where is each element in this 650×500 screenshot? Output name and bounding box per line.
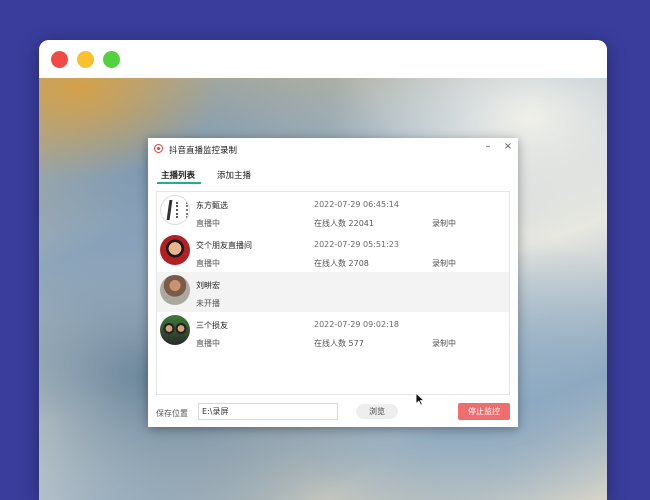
stop-monitoring-button[interactable]: 停止监控 xyxy=(458,403,510,420)
avatar xyxy=(160,195,190,225)
streamer-name: 刘畊宏 xyxy=(196,281,220,290)
recording-status: 录制中 xyxy=(432,339,456,348)
record-logo-icon xyxy=(154,144,163,153)
save-path-input[interactable] xyxy=(198,403,338,420)
list-item[interactable]: 交个朋友直播间 直播中 2022-07-29 05:51:23 在线人数 270… xyxy=(157,232,509,272)
live-status: 直播中 xyxy=(196,219,220,228)
list-item[interactable]: 东方甄选 直播中 2022-07-29 06:45:14 在线人数 22041 … xyxy=(157,192,509,232)
recording-status: 录制中 xyxy=(432,259,456,268)
viewer-count: 在线人数 22041 xyxy=(314,219,374,228)
streamer-list[interactable]: 东方甄选 直播中 2022-07-29 06:45:14 在线人数 22041 … xyxy=(156,191,510,395)
app-window: 抖音直播监控录制 – × 主播列表 添加主播 东方甄选 直播中 2022-07-… xyxy=(148,138,518,427)
tab-streamer-list[interactable]: 主播列表 xyxy=(161,169,195,181)
active-tab-indicator xyxy=(157,182,201,184)
avatar xyxy=(160,315,190,345)
viewer-count: 在线人数 2708 xyxy=(314,259,369,268)
live-time: 2022-07-29 05:51:23 xyxy=(314,240,399,249)
window-titlebar xyxy=(39,40,607,78)
avatar xyxy=(160,235,190,265)
live-status: 未开播 xyxy=(196,299,220,308)
app-titlebar: 抖音直播监控录制 – × xyxy=(148,138,518,162)
live-status: 直播中 xyxy=(196,339,220,348)
live-status: 直播中 xyxy=(196,259,220,268)
list-item[interactable]: 三个损友 直播中 2022-07-29 09:02:18 在线人数 577 录制… xyxy=(157,312,509,352)
avatar xyxy=(160,275,190,305)
zoom-window-button[interactable] xyxy=(103,51,120,68)
live-time: 2022-07-29 06:45:14 xyxy=(314,200,399,209)
minimize-button[interactable]: – xyxy=(481,140,495,154)
recording-status: 录制中 xyxy=(432,219,456,228)
list-item[interactable]: 刘畊宏 未开播 xyxy=(157,272,509,312)
live-time: 2022-07-29 09:02:18 xyxy=(314,320,399,329)
streamer-name: 交个朋友直播间 xyxy=(196,241,252,250)
mouse-cursor-icon xyxy=(415,392,425,406)
tab-add-streamer[interactable]: 添加主播 xyxy=(217,169,251,181)
streamer-name: 东方甄选 xyxy=(196,201,228,210)
app-title: 抖音直播监控录制 xyxy=(169,146,238,156)
viewer-count: 在线人数 577 xyxy=(314,339,364,348)
browse-button[interactable]: 浏览 xyxy=(356,404,398,419)
streamer-name: 三个损友 xyxy=(196,321,228,330)
save-location-label: 保存位置 xyxy=(156,409,188,418)
close-window-button[interactable] xyxy=(51,51,68,68)
minimize-window-button[interactable] xyxy=(77,51,94,68)
close-button[interactable]: × xyxy=(501,140,515,154)
